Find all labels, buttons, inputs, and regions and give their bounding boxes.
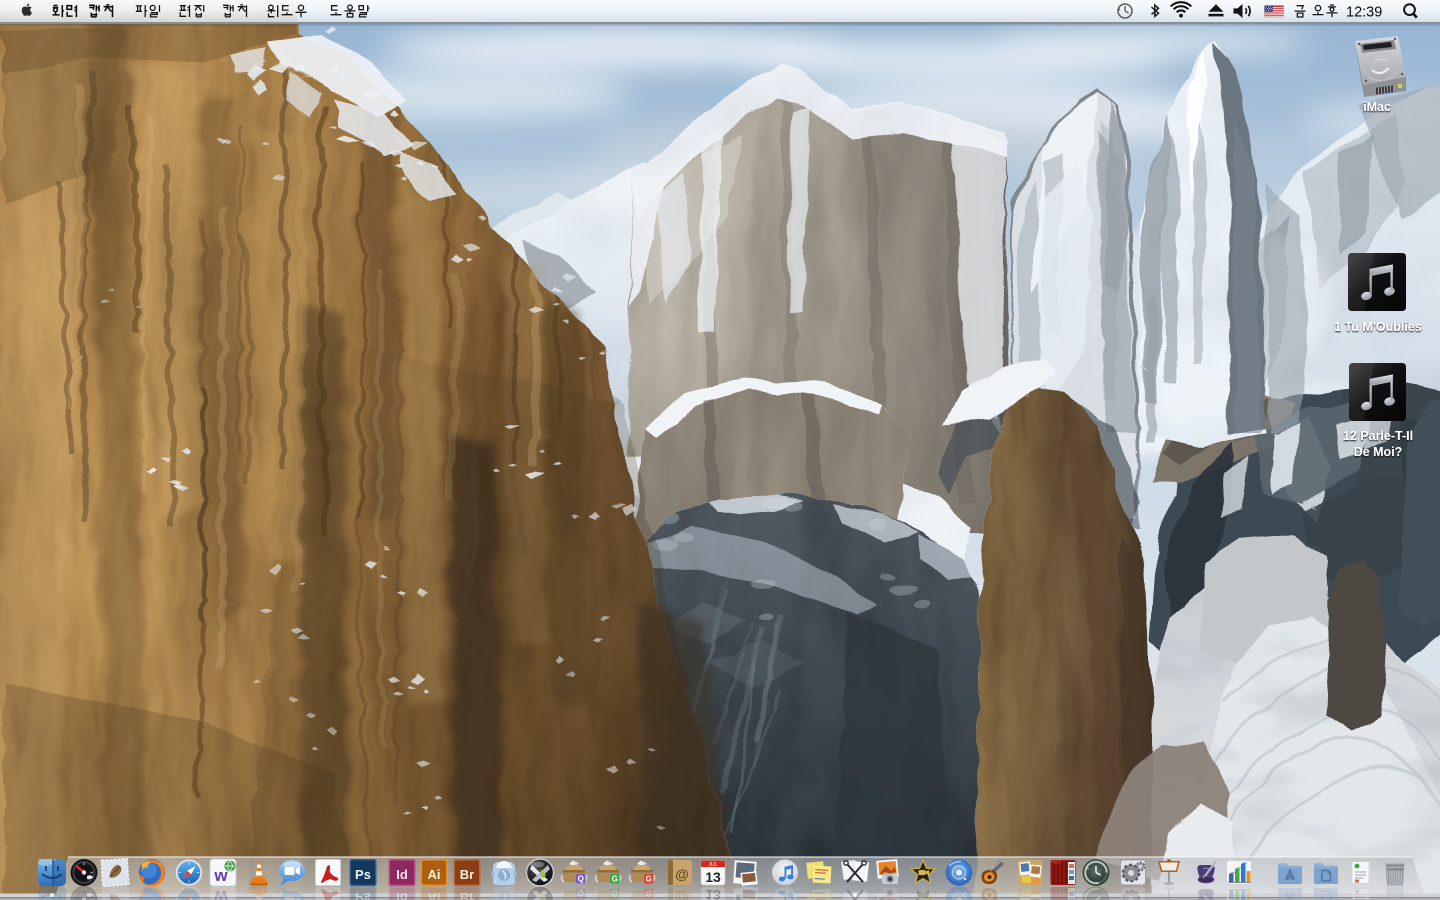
svg-text:Ai: Ai <box>428 867 441 882</box>
svg-text:12 Parle-T-Il: 12 Parle-T-Il <box>1343 429 1413 443</box>
svg-text:G: G <box>612 875 618 884</box>
svg-text:JUL: JUL <box>709 862 718 868</box>
svg-text:Id: Id <box>396 867 408 882</box>
svg-text:13: 13 <box>705 869 721 885</box>
svg-text:1 Tu M'Oublies: 1 Tu M'Oublies <box>1334 320 1422 334</box>
svg-text:G: G <box>646 875 652 884</box>
svg-text:De Moi?: De Moi? <box>1354 445 1403 459</box>
svg-text:iMac: iMac <box>1363 100 1391 114</box>
svg-text:Br: Br <box>460 867 474 882</box>
svg-text:Q: Q <box>578 875 584 884</box>
svg-text:12:39: 12:39 <box>1346 5 1382 21</box>
svg-text:@: @ <box>675 866 689 882</box>
svg-text:Ps: Ps <box>355 867 371 882</box>
